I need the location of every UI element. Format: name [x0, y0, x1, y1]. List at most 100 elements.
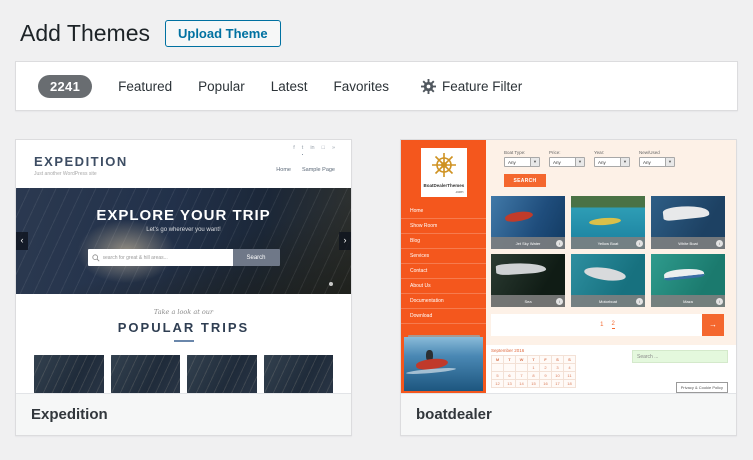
- expedition-preview: EXPEDITION Just another WordPress site f…: [16, 140, 351, 393]
- popular-thumbnails: [16, 355, 351, 393]
- boat-listings-grid: Jet Sky Wateri Yellow Boati White Boati …: [491, 196, 736, 307]
- page-2-link: 2: [612, 321, 615, 329]
- page-header: Add Themes Upload Theme: [15, 14, 738, 61]
- filter-link-favorites[interactable]: Favorites: [334, 79, 390, 94]
- boat-search-form: Boat Type: Any ▼ Price: Any ▼: [486, 140, 736, 187]
- theme-count-badge: 2241: [38, 75, 92, 98]
- expedition-hero-searchbar: Search: [88, 249, 280, 266]
- boatdealer-nav-home: Home: [401, 204, 486, 219]
- expedition-hero-slider: EXPLORE YOUR TRIP Let's go wherever you …: [16, 188, 351, 294]
- boat-listing: Yellow Boati: [571, 196, 645, 249]
- theme-card-expedition[interactable]: EXPEDITION Just another WordPress site f…: [15, 139, 352, 436]
- boatdealer-nav-services: Services: [401, 249, 486, 264]
- gear-icon: [421, 79, 436, 94]
- price-field: Price: Any ▼: [549, 150, 585, 167]
- upload-theme-button[interactable]: Upload Theme: [165, 20, 281, 47]
- boatdealer-sidebar: BoatDealerThemes .com Home Show Room Blo…: [401, 140, 486, 393]
- expedition-nav-home: Home: [276, 167, 291, 173]
- filter-link-popular[interactable]: Popular: [198, 79, 245, 94]
- privacy-cookie-policy-button: Privacy & Cookie Policy: [676, 382, 728, 393]
- dropdown-arrow-icon: ▼: [665, 158, 674, 166]
- boatdealer-nav-show-room: Show Room: [401, 219, 486, 234]
- themes-grid: EXPEDITION Just another WordPress site f…: [15, 139, 738, 436]
- expedition-social-icons: f t in □ »: [293, 145, 335, 155]
- boat-listing: Seai: [491, 254, 565, 307]
- boat-listing: Mazai: [651, 254, 725, 307]
- search-icon: [92, 254, 100, 262]
- new-used-field: New/Used Any ▼: [639, 150, 675, 167]
- boatdealer-nav-blog: Blog: [401, 234, 486, 249]
- theme-name-bar: boatdealer: [401, 393, 736, 435]
- trip-thumbnail: [264, 355, 334, 393]
- page-1-link: 1: [600, 322, 603, 328]
- instagram-icon: □: [322, 145, 325, 155]
- info-icon: i: [556, 240, 563, 247]
- expedition-popular-section: Take a look at our POPULAR TRIPS: [16, 294, 351, 393]
- popular-kicker: Take a look at our: [16, 308, 351, 316]
- page-title: Add Themes: [20, 20, 150, 47]
- boatdealer-nav: Home Show Room Blog Services Contact Abo…: [401, 204, 486, 324]
- expedition-nav: Home Sample Page: [276, 167, 335, 173]
- expedition-hero-subheading: Let's go wherever you want!: [16, 227, 351, 233]
- linkedin-icon: in: [310, 145, 314, 155]
- slider-prev-icon: ‹: [16, 232, 28, 250]
- boatdealer-main: Boat Type: Any ▼ Price: Any ▼: [486, 140, 736, 393]
- calendar-widget: September 2016 MT WT FS S: [491, 348, 576, 393]
- boat-type-field: Boat Type: Any ▼: [504, 150, 540, 167]
- dropdown-arrow-icon: ▼: [530, 158, 539, 166]
- boatdealer-logo-text: BoatDealerThemes: [424, 183, 464, 189]
- boatdealer-logo: BoatDealerThemes .com: [421, 148, 467, 197]
- boatdealer-logo-com: .com: [424, 189, 464, 194]
- jetski-photo: [404, 337, 483, 391]
- filter-link-latest[interactable]: Latest: [271, 79, 308, 94]
- facebook-icon: f: [293, 145, 295, 155]
- expedition-nav-sample-page: Sample Page: [302, 167, 335, 173]
- expedition-site-tagline: Just another WordPress site: [34, 171, 128, 177]
- twitter-icon: t: [302, 145, 304, 155]
- info-icon: i: [716, 240, 723, 247]
- slider-dot: [329, 282, 333, 286]
- info-icon: i: [636, 240, 643, 247]
- price-select: Any ▼: [549, 157, 585, 167]
- rss-icon: »: [332, 145, 335, 155]
- boat-listing: Motorboati: [571, 254, 645, 307]
- boatdealer-footer-widgets: September 2016 MT WT FS S: [486, 345, 736, 393]
- feature-filter-label: Feature Filter: [442, 79, 522, 94]
- popular-underline: [174, 340, 194, 342]
- add-themes-page: Add Themes Upload Theme 2241 Featured Po…: [0, 0, 753, 436]
- year-field: Year: Any ▼: [594, 150, 630, 167]
- info-icon: i: [556, 298, 563, 305]
- feature-filter-button[interactable]: Feature Filter: [421, 79, 522, 94]
- expedition-site-title: EXPEDITION: [34, 154, 128, 169]
- boatdealer-nav-download: Download: [401, 309, 486, 324]
- filter-link-featured[interactable]: Featured: [118, 79, 172, 94]
- dropdown-arrow-icon: ▼: [620, 158, 629, 166]
- boat-listing: Jet Sky Wateri: [491, 196, 565, 249]
- popular-heading: POPULAR TRIPS: [16, 320, 351, 335]
- theme-name-bar: Expedition: [16, 393, 351, 435]
- listings-pagination: 1 2 →: [491, 314, 724, 336]
- info-icon: i: [636, 298, 643, 305]
- next-page-arrow-icon: →: [702, 314, 724, 336]
- boat-type-select: Any ▼: [504, 157, 540, 167]
- boatdealer-nav-about-us: About Us: [401, 279, 486, 294]
- slider-next-icon: ›: [339, 232, 351, 250]
- theme-name-boatdealer: boatdealer: [416, 406, 492, 423]
- year-select: Any ▼: [594, 157, 630, 167]
- expedition-search-input: [88, 249, 233, 266]
- new-used-select: Any ▼: [639, 157, 675, 167]
- info-icon: i: [716, 298, 723, 305]
- trip-thumbnail: [34, 355, 104, 393]
- theme-card-boatdealer[interactable]: BoatDealerThemes .com Home Show Room Blo…: [400, 139, 737, 436]
- theme-name-expedition: Expedition: [31, 406, 108, 423]
- boat-search-button: SEARCH: [504, 174, 546, 187]
- expedition-hero-heading: EXPLORE YOUR TRIP: [16, 188, 351, 224]
- trip-thumbnail: [187, 355, 257, 393]
- boatdealer-nav-contact: Contact: [401, 264, 486, 279]
- boatdealer-nav-documentation: Documentation: [401, 294, 486, 309]
- trip-thumbnail: [111, 355, 181, 393]
- dropdown-arrow-icon: ▼: [575, 158, 584, 166]
- expedition-search-button: Search: [233, 249, 280, 266]
- ship-wheel-icon: [431, 152, 457, 178]
- boat-listing: White Boati: [651, 196, 725, 249]
